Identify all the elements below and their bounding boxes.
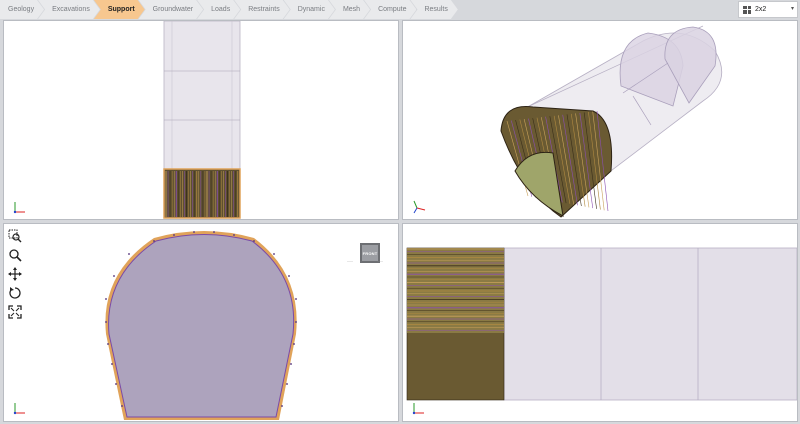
tunnel-section-front <box>108 234 295 418</box>
tab-mesh[interactable]: Mesh <box>329 0 370 19</box>
tab-dynamic[interactable]: Dynamic <box>284 0 335 19</box>
viewport-side[interactable] <box>402 223 798 422</box>
axis-triad-icon <box>13 403 25 415</box>
perspective-scene <box>500 25 723 218</box>
chevron-down-icon: ▾ <box>790 6 794 12</box>
tab-compute[interactable]: Compute <box>364 0 416 19</box>
layout-select[interactable]: 2x2 ▾ <box>738 1 798 18</box>
axis-triad-icon <box>413 200 426 214</box>
axis-triad-icon <box>13 202 25 214</box>
tab-restraints[interactable]: Restraints <box>234 0 290 19</box>
grid-2x2-icon <box>743 5 751 14</box>
tunnel-shell-side <box>503 247 797 401</box>
workflow-tabs: Geology Excavations Support Groundwater … <box>0 0 452 19</box>
viewport-top[interactable] <box>3 20 399 220</box>
view-cube-side-left: —— <box>347 259 353 263</box>
tab-groundwater[interactable]: Groundwater <box>139 0 203 19</box>
top-view-scene <box>163 21 241 219</box>
tab-excavations[interactable]: Excavations <box>38 0 100 19</box>
view-cube-side-right: —— <box>377 259 383 263</box>
tab-results[interactable]: Results <box>410 0 457 19</box>
axis-triad-icon <box>412 403 424 415</box>
tab-support[interactable]: Support <box>94 0 145 19</box>
side-view-scene <box>406 247 797 401</box>
viewport-3d[interactable] <box>402 20 798 220</box>
tab-geology[interactable]: Geology <box>0 0 44 19</box>
app-window: Geology Excavations Support Groundwater … <box>0 0 800 424</box>
layout-select-value: 2x2 <box>755 6 767 13</box>
tunnel-shell-top <box>163 21 241 170</box>
viewport-front[interactable]: —— FRONT —— <box>3 223 399 422</box>
view-cube[interactable]: —— FRONT —— <box>347 243 385 269</box>
supported-section-side <box>406 247 505 401</box>
supported-section-top <box>163 168 241 219</box>
tab-loads[interactable]: Loads <box>197 0 240 19</box>
view-cube-label: FRONT <box>362 250 378 256</box>
front-view-scene <box>105 231 297 420</box>
